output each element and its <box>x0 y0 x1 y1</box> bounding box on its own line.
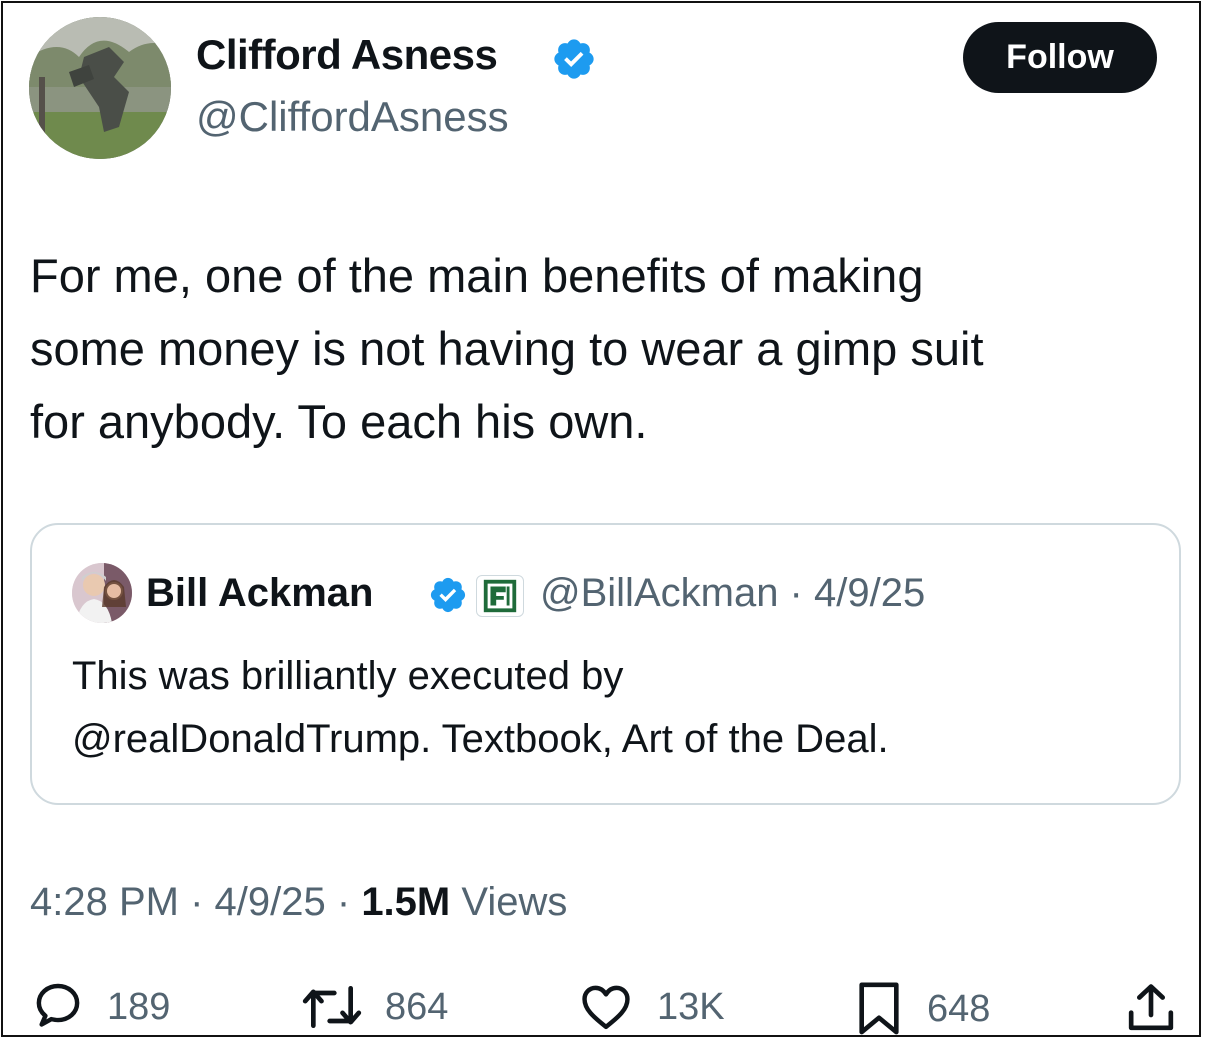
verified-badge-icon <box>554 39 594 79</box>
quoted-author-avatar <box>72 563 132 623</box>
affiliation-logo-icon <box>476 575 524 617</box>
follow-button[interactable]: Follow <box>963 22 1157 93</box>
tweet-time[interactable]: 4:28 PM <box>30 880 179 924</box>
quoted-text-line: This was brilliantly executed by <box>72 654 624 698</box>
repost-count: 864 <box>385 985 449 1028</box>
repost-icon <box>302 986 362 1028</box>
bookmark-count: 648 <box>927 987 991 1030</box>
action-bar: 189 864 13K 648 <box>3 973 1203 1043</box>
quoted-author-handle-date[interactable]: @BillAckman · 4/9/25 <box>540 571 925 616</box>
quoted-author-name[interactable]: Bill Ackman <box>146 571 373 616</box>
tweet-text: For me, one of the main benefits of maki… <box>30 239 1180 458</box>
tweet-text-line: for anybody. To each his own. <box>30 395 648 448</box>
views-label: Views <box>461 880 568 924</box>
author-avatar[interactable] <box>29 17 171 159</box>
verified-badge-icon <box>430 577 466 613</box>
tweet-text-line: some money is not having to wear a gimp … <box>30 322 984 375</box>
heart-icon <box>582 985 630 1030</box>
bookmark-button[interactable]: 648 <box>851 979 990 1039</box>
meta-separator: · <box>190 880 215 924</box>
tweet-card: Clifford Asness @CliffordAsness Follow F… <box>1 1 1201 1037</box>
reply-icon <box>36 983 80 1027</box>
repost-button[interactable]: 864 <box>299 979 448 1035</box>
reply-count: 189 <box>107 985 171 1028</box>
tweet-meta: 4:28 PM · 4/9/25 · 1.5M Views <box>30 880 567 925</box>
like-count: 13K <box>657 985 725 1028</box>
share-icon <box>1128 984 1174 1031</box>
reply-button[interactable]: 189 <box>29 979 170 1035</box>
author-handle[interactable]: @CliffordAsness <box>196 93 509 141</box>
quoted-tweet-text: This was brilliantly executed by @realDo… <box>72 645 1152 771</box>
share-button[interactable] <box>1123 979 1179 1037</box>
author-display-name[interactable]: Clifford Asness <box>196 31 498 79</box>
quoted-text-line: @realDonaldTrump. Textbook, Art of the D… <box>72 717 889 761</box>
views-count: 1.5M <box>361 880 451 924</box>
meta-separator: · <box>336 880 362 924</box>
bookmark-icon <box>859 982 899 1035</box>
like-button[interactable]: 13K <box>575 979 725 1035</box>
tweet-date[interactable]: 4/9/25 <box>215 880 326 924</box>
quoted-tweet[interactable]: Bill Ackman @BillAckman · 4/9/25 This wa… <box>30 523 1181 805</box>
tweet-text-line: For me, one of the main benefits of maki… <box>30 249 924 302</box>
